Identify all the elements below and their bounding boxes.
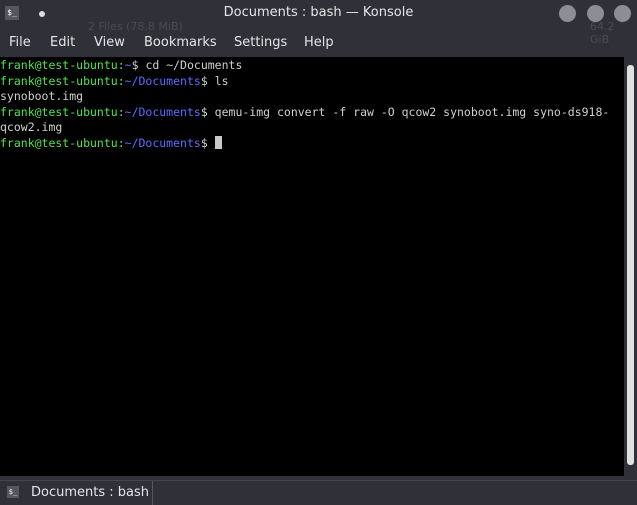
- title-bar: 2 Files (78.8 MiB) 64.2 GiB $_ Documents…: [0, 0, 637, 46]
- terminal-line: frank@test-ubuntu:~/Documents$ qemu-img …: [0, 104, 610, 119]
- menu-settings[interactable]: Settings: [234, 35, 287, 50]
- terminal-output[interactable]: frank@test-ubuntu:~$ cd ~/Documents frank…: [0, 57, 624, 476]
- command-text: cd ~/Documents: [138, 58, 243, 72]
- prompt-path: ~/Documents: [124, 73, 201, 88]
- close-button[interactable]: [614, 5, 631, 22]
- tab-documents-bash[interactable]: $_ Documents : bash: [0, 481, 153, 505]
- terminal-line: frank@test-ubuntu:~/Documents$: [0, 135, 624, 152]
- menu-file[interactable]: File: [9, 35, 31, 50]
- prompt-user: frank@test-ubuntu: [0, 58, 118, 72]
- scrollbar-thumb[interactable]: [627, 65, 634, 465]
- command-text: [208, 136, 215, 150]
- menu-bookmarks[interactable]: Bookmarks: [144, 35, 217, 50]
- menu-view[interactable]: View: [94, 35, 125, 50]
- scrollbar[interactable]: [624, 57, 637, 475]
- command-output: qcow2.img: [0, 120, 63, 134]
- prompt-user: frank@test-ubuntu: [0, 73, 118, 88]
- tab-bar: $_ Documents : bash: [0, 480, 637, 505]
- text-cursor: [214, 135, 222, 149]
- command-output: synoboot.img: [0, 89, 84, 103]
- menu-edit[interactable]: Edit: [50, 35, 75, 50]
- maximize-button[interactable]: [587, 5, 604, 22]
- terminal-line: frank@test-ubuntu:~$ cd ~/Documents: [0, 58, 243, 72]
- prompt-user: frank@test-ubuntu: [0, 104, 118, 119]
- terminal-icon: $_: [7, 486, 19, 498]
- command-text: ls: [207, 73, 229, 88]
- prompt-path: ~/Documents: [124, 135, 201, 150]
- terminal-line: qcow2.img: [0, 120, 624, 136]
- prompt-user: frank@test-ubuntu: [0, 135, 118, 150]
- command-text: qemu-img convert -f raw -O qcow2 synoboo…: [207, 104, 610, 119]
- prompt-path: ~: [124, 58, 132, 72]
- window-title: Documents : bash — Konsole: [223, 5, 414, 20]
- terminal-line: synoboot.img: [0, 89, 624, 105]
- tab-label: Documents : bash: [31, 485, 149, 500]
- terminal-line: frank@test-ubuntu:~/Documents$ ls: [0, 73, 229, 88]
- menu-help[interactable]: Help: [304, 35, 334, 50]
- minimize-button[interactable]: [559, 5, 576, 22]
- prompt-path: ~/Documents: [124, 104, 201, 119]
- menu-bar: File Edit View Bookmarks Settings Help: [0, 30, 637, 56]
